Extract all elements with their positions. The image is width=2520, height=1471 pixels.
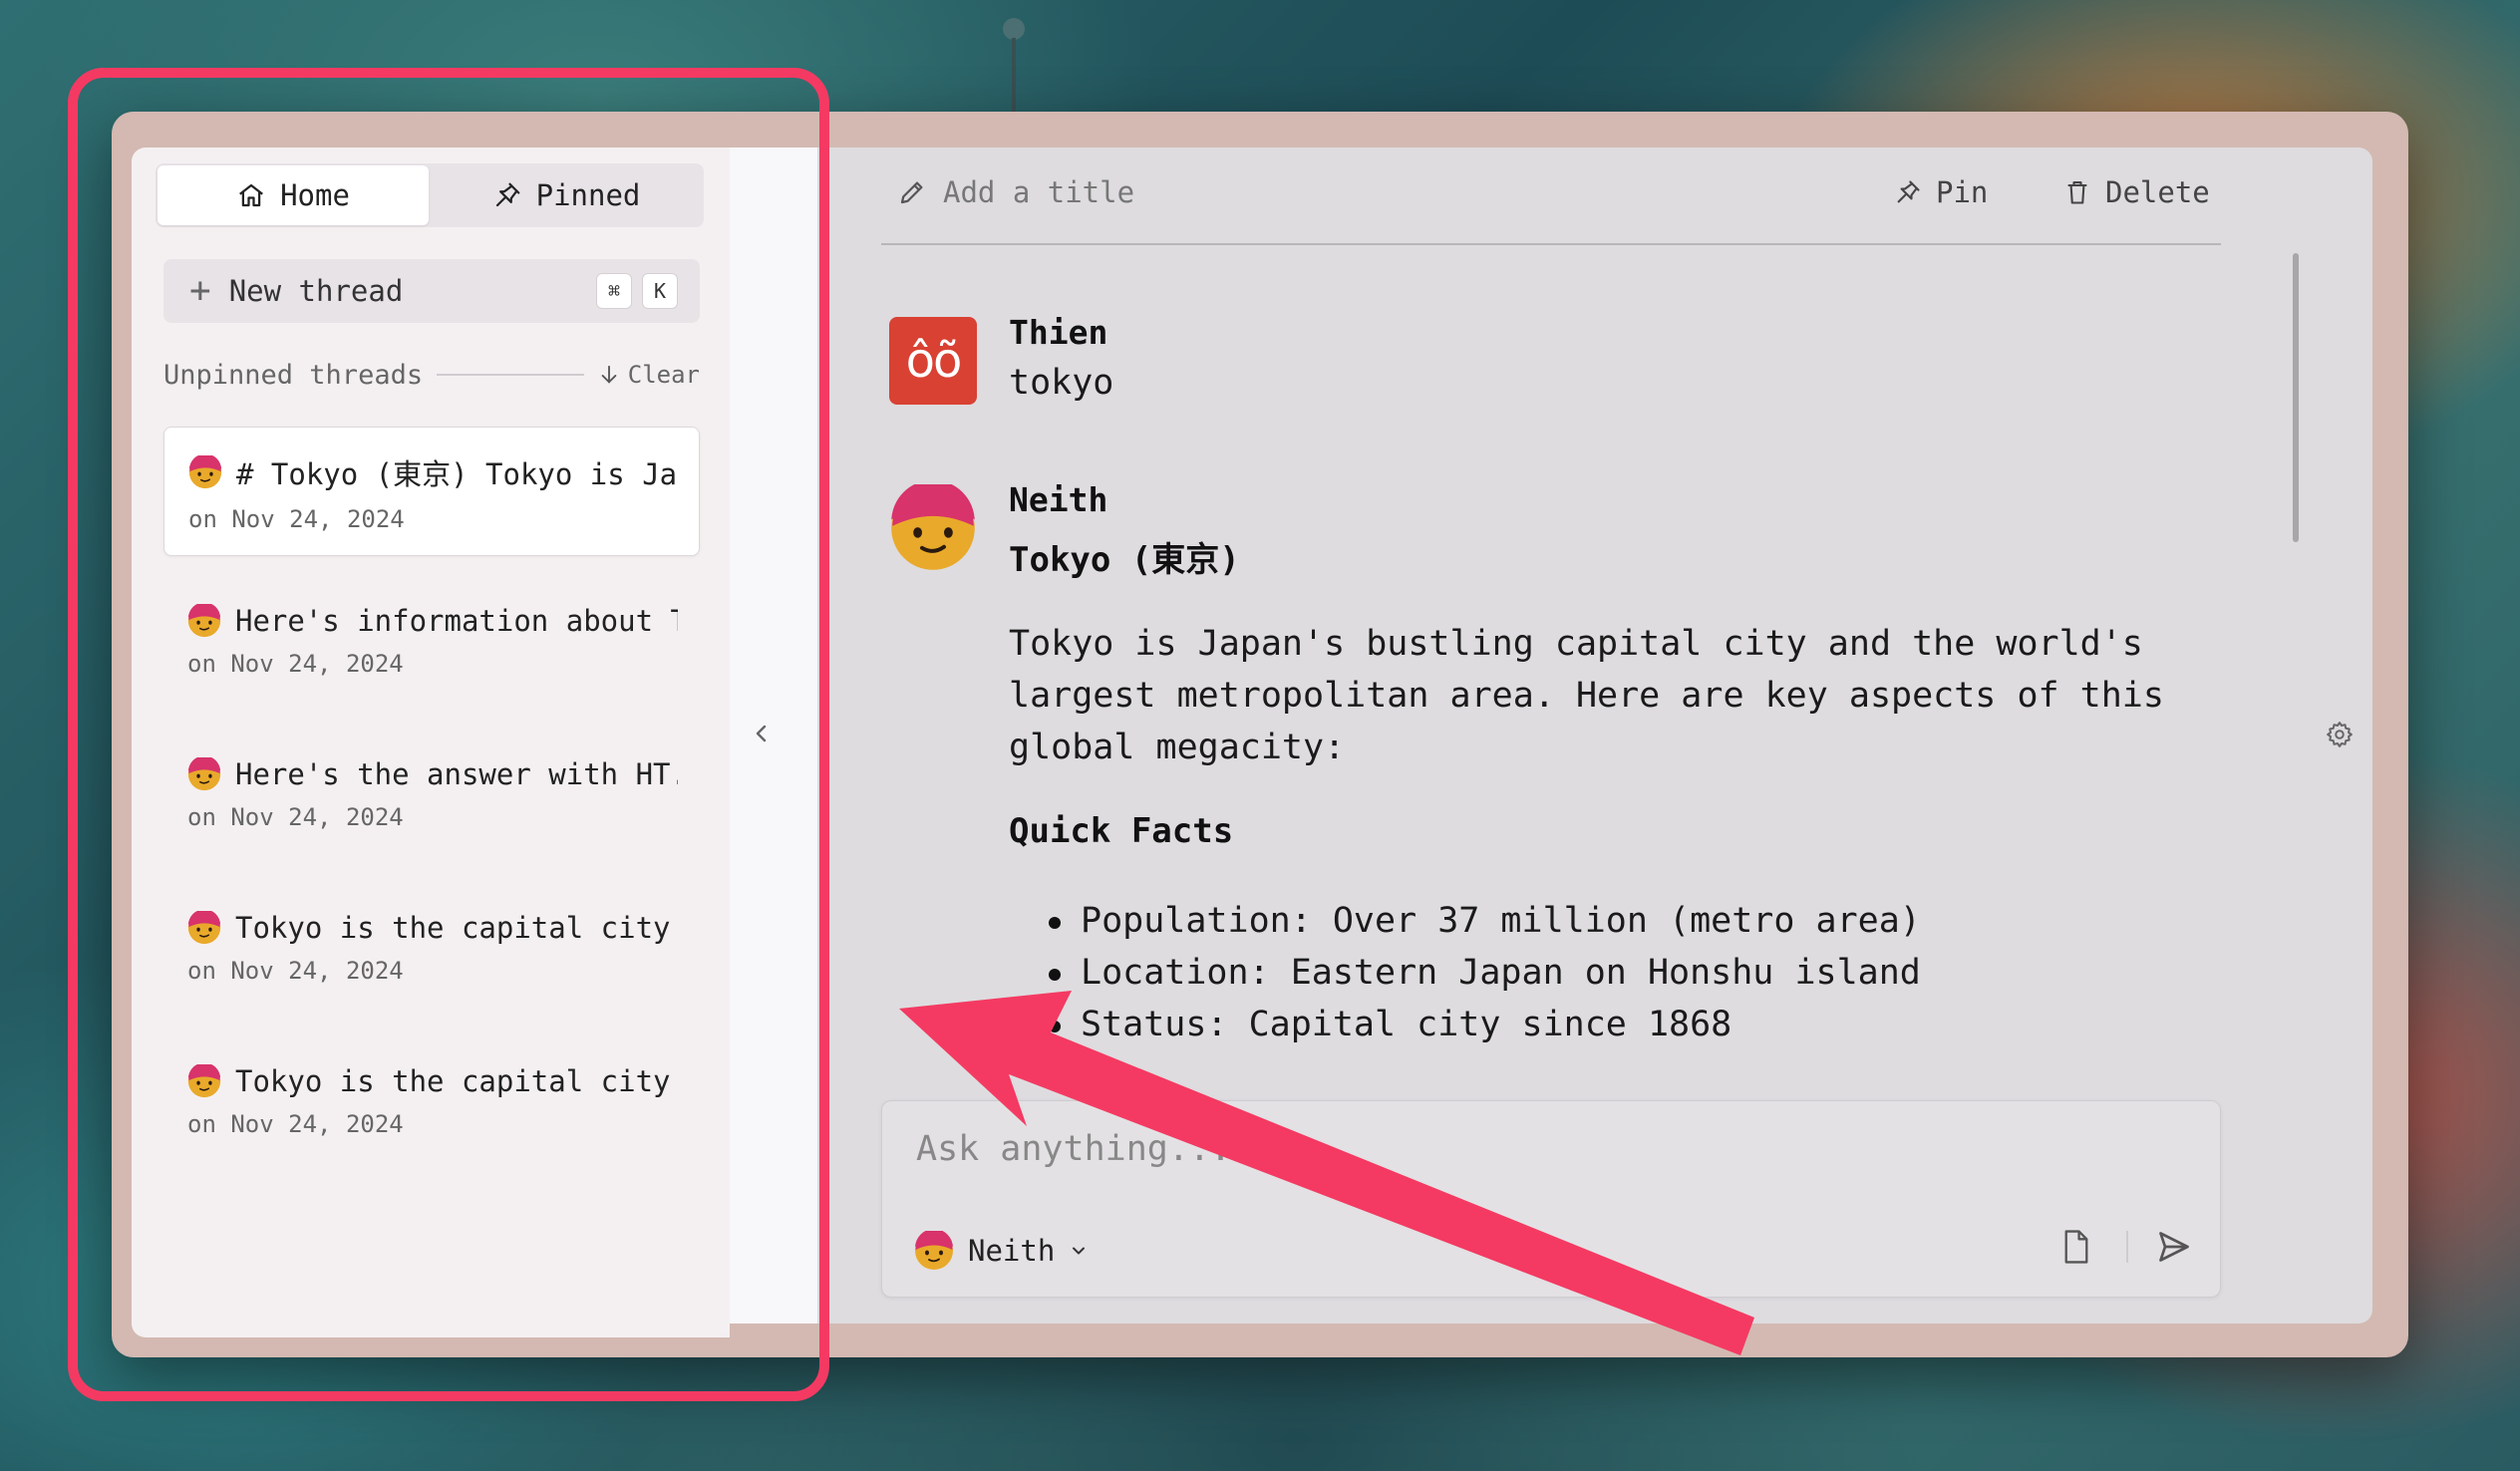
background-pole-top [1003, 18, 1025, 40]
sidebar-tabs: Home Pinned [156, 163, 704, 227]
model-selector[interactable]: Neith [914, 1231, 1089, 1271]
pencil-icon [900, 181, 923, 204]
ask-input[interactable] [916, 1129, 1913, 1169]
clear-label: Clear [627, 361, 700, 389]
gear-icon[interactable] [2325, 720, 2355, 749]
thread-title: # Tokyo (東京) Tokyo is Jap... [236, 457, 677, 491]
title-field[interactable]: Add a title [897, 175, 1134, 209]
title-placeholder: Add a title [943, 175, 1135, 209]
neith-avatar-icon [914, 1231, 954, 1271]
home-icon [239, 183, 264, 207]
composer-divider [2126, 1231, 2128, 1263]
background-decoration [1003, 18, 1025, 113]
pin-button[interactable]: Pin [1894, 175, 1988, 209]
tab-pinned-label: Pinned [535, 178, 641, 212]
assistant-name: Neith [1009, 480, 1108, 519]
tab-home-label: Home [280, 178, 350, 212]
thread-title-row: Tokyo is the capital city of ... [187, 1064, 678, 1098]
thread-item[interactable]: Tokyo is the capital city of ... on Nov … [163, 1040, 700, 1170]
send-icon[interactable] [2156, 1229, 2192, 1265]
section-divider [437, 374, 584, 376]
assistant-section-heading: Quick Facts [1009, 811, 1234, 851]
composer: Neith [881, 1100, 2221, 1298]
thread-title: Here's the answer with HT... [235, 757, 678, 791]
neith-avatar-icon [187, 604, 221, 638]
thread-title-row: Here's the answer with HT... [187, 757, 678, 791]
new-thread-label: New thread [228, 274, 404, 308]
thread-date: on Nov 24, 2024 [187, 1110, 404, 1138]
thread-title-row: # Tokyo (東京) Tokyo is Jap... [188, 451, 677, 493]
assistant-avatar [889, 484, 977, 572]
user-avatar: ôõ [889, 317, 977, 405]
new-thread-button[interactable]: + New thread ⌘ K [163, 259, 700, 323]
quick-facts-list: Population: Over 37 million (metro area)… [1047, 895, 1921, 1050]
neith-avatar-icon [187, 1064, 221, 1098]
assistant-paragraph: Tokyo is Japan's bustling capital city a… [1009, 624, 2164, 767]
thread-date: on Nov 24, 2024 [187, 650, 404, 678]
thread-item[interactable]: Here's the answer with HT... on Nov 24, … [163, 734, 700, 863]
user-name: Thien [1009, 313, 1108, 352]
thread-title: Tokyo is the capital city of ... [235, 1064, 678, 1098]
arrow-down-icon [601, 365, 617, 384]
assistant-message-title: Tokyo (東京) [1009, 540, 1240, 580]
thread-date: on Nov 24, 2024 [187, 957, 404, 985]
chevron-left-icon[interactable] [750, 720, 774, 747]
thread-item[interactable]: Here's information about To... on Nov 24… [163, 580, 700, 710]
list-item: Status: Capital city since 1868 [1047, 999, 1921, 1050]
user-message: tokyo [1009, 363, 1114, 403]
header-divider [881, 243, 2221, 245]
thread-item[interactable]: Tokyo is the capital city of ... on Nov … [163, 887, 700, 1017]
thread-title-row: Here's information about To... [187, 604, 678, 638]
chevron-down-icon [1073, 1247, 1086, 1255]
neith-avatar-icon [187, 757, 221, 791]
clear-button[interactable]: Clear [598, 361, 700, 389]
trash-icon [2067, 181, 2087, 204]
model-name: Neith [968, 1234, 1056, 1268]
pin-icon [495, 182, 519, 207]
neith-avatar-icon [187, 911, 221, 945]
plus-icon: + [189, 270, 211, 311]
thread-title: Here's information about To... [235, 604, 678, 638]
background-pole [1012, 38, 1016, 113]
list-item: Location: Eastern Japan on Honshu island [1047, 947, 1921, 999]
thread-title: Tokyo is the capital city of ... [235, 911, 678, 945]
delete-label: Delete [2105, 175, 2210, 209]
list-item: Population: Over 37 million (metro area) [1047, 895, 1921, 947]
chat-scrollbar-thumb[interactable] [2293, 253, 2299, 542]
shortcut-k-key: K [642, 273, 678, 309]
neith-avatar-icon [188, 455, 222, 489]
sidebar-collapse-strip[interactable] [730, 147, 817, 1324]
thread-item[interactable]: # Tokyo (東京) Tokyo is Jap... on Nov 24, … [163, 427, 700, 556]
thread-date: on Nov 24, 2024 [187, 803, 404, 831]
delete-button[interactable]: Delete [2063, 175, 2210, 209]
shortcut-command-key: ⌘ [596, 273, 632, 309]
pin-icon [1897, 180, 1920, 203]
tab-pinned[interactable]: Pinned [429, 163, 704, 227]
unpinned-threads-header: Unpinned threads Clear [163, 355, 700, 395]
pin-label: Pin [1936, 175, 1989, 209]
thread-title-row: Tokyo is the capital city of ... [187, 911, 678, 945]
thread-date: on Nov 24, 2024 [188, 505, 405, 533]
file-icon[interactable] [2060, 1229, 2092, 1265]
section-label: Unpinned threads [163, 359, 424, 391]
tab-home[interactable]: Home [158, 165, 429, 225]
